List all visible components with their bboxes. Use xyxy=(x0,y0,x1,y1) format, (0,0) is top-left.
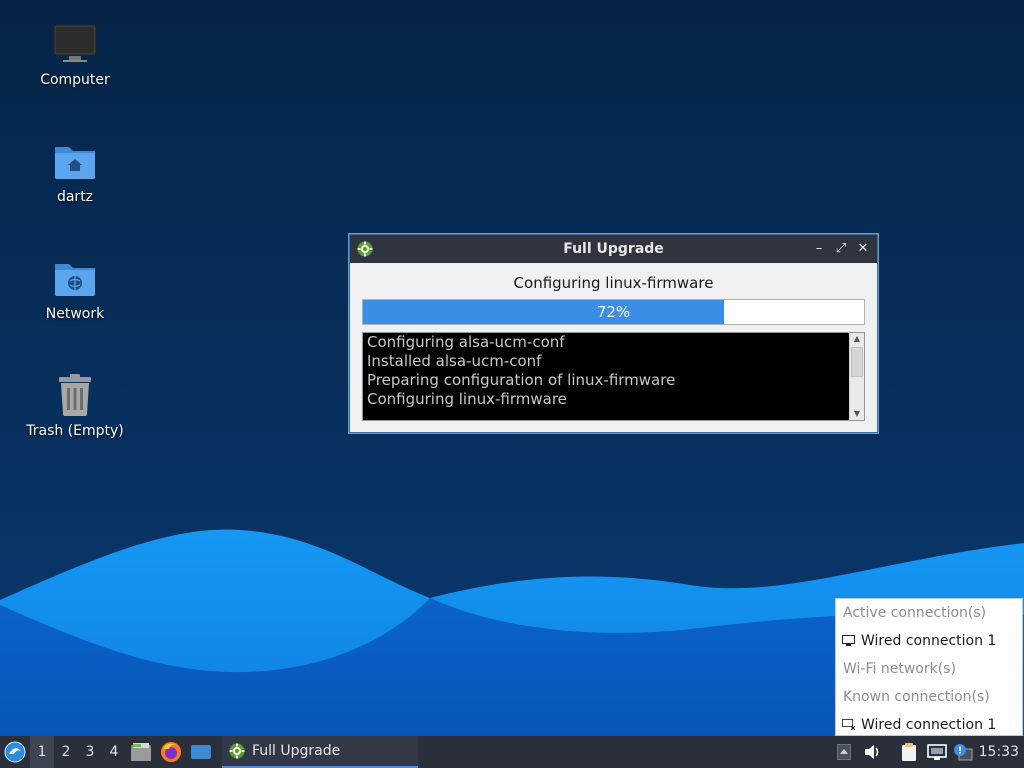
taskbar: 1 2 3 4 Full Upgrade 15:33 xyxy=(0,736,1024,768)
maximize-button[interactable]: ⤢ xyxy=(833,240,849,258)
minimize-button[interactable]: – xyxy=(811,240,827,258)
known-connection-item[interactable]: Wired connection 1 xyxy=(836,711,1022,739)
file-manager-icon xyxy=(131,743,151,761)
desktop-switcher-1[interactable]: 1 xyxy=(30,736,54,768)
file-manager-launcher[interactable] xyxy=(126,736,156,768)
tray-updates[interactable] xyxy=(951,736,975,768)
tray-clipboard[interactable] xyxy=(897,736,921,768)
log-line: Preparing configuration of linux-firmwar… xyxy=(367,371,676,389)
desktop-icon-label: Network xyxy=(45,306,105,322)
scroll-up-arrow-icon[interactable]: ▲ xyxy=(850,333,864,345)
log-line: Configuring linux-firmware xyxy=(367,390,567,408)
desktop-icon-label: Computer xyxy=(40,72,110,88)
home-folder-icon xyxy=(51,137,99,185)
progress-text: 72% xyxy=(596,303,631,321)
wifi-networks-header: Wi-Fi network(s) xyxy=(843,661,956,677)
lubuntu-logo-icon xyxy=(4,741,26,763)
desktop-switcher-3[interactable]: 3 xyxy=(78,736,102,768)
clipboard-icon xyxy=(902,743,916,761)
desktop-icon-computer[interactable]: Computer xyxy=(20,20,130,88)
network-folder-icon xyxy=(51,254,99,302)
dialog-title: Full Upgrade xyxy=(563,241,664,257)
tray-expand-button[interactable] xyxy=(833,736,855,768)
wired-network-icon xyxy=(927,744,947,760)
progress-bar: 72% xyxy=(362,299,865,325)
firefox-launcher[interactable] xyxy=(156,736,186,768)
status-text: Configuring linux-firmware xyxy=(513,274,714,292)
wired-network-icon xyxy=(842,635,855,646)
gear-icon xyxy=(229,743,245,759)
update-notifier-icon xyxy=(954,744,973,761)
desktop-switcher-4[interactable]: 4 xyxy=(102,736,126,768)
task-label: Full Upgrade xyxy=(252,743,341,759)
log-output[interactable]: Configuring alsa-ucm-conf Installed alsa… xyxy=(362,332,865,421)
clock[interactable]: 15:33 xyxy=(979,736,1019,768)
application-menu-button[interactable] xyxy=(0,736,30,768)
known-connection-label: Wired connection 1 xyxy=(861,717,997,733)
dialog-titlebar[interactable]: Full Upgrade – ⤢ ✕ xyxy=(350,235,877,263)
desktop-icon-network[interactable]: Network xyxy=(20,254,130,322)
log-line: Installed alsa-ucm-conf xyxy=(367,352,542,370)
log-scrollbar[interactable]: ▲ ▼ xyxy=(849,333,864,420)
active-connection-item[interactable]: Wired connection 1 xyxy=(836,627,1022,655)
known-connections-header: Known connection(s) xyxy=(843,689,990,705)
desktop-icon-label: Trash (Empty) xyxy=(26,423,124,439)
desktop-icon-label: dartz xyxy=(56,189,94,205)
close-button[interactable]: ✕ xyxy=(855,240,871,258)
tray-up-arrow-icon xyxy=(837,744,851,760)
desktop-icon-home[interactable]: dartz xyxy=(20,137,130,205)
tray-network[interactable] xyxy=(925,736,949,768)
volume-icon xyxy=(865,745,879,759)
wired-disconnected-icon xyxy=(842,719,855,730)
scroll-thumb[interactable] xyxy=(851,347,863,377)
firefox-icon xyxy=(161,742,181,762)
trash-icon xyxy=(51,371,99,419)
gear-icon xyxy=(357,241,373,257)
desktop-icon xyxy=(191,745,211,759)
scroll-down-arrow-icon[interactable]: ▼ xyxy=(850,408,864,420)
desktop-icon-trash[interactable]: Trash (Empty) xyxy=(20,371,130,439)
log-line: Configuring alsa-ucm-conf xyxy=(367,333,565,351)
active-connections-header: Active connection(s) xyxy=(843,605,987,621)
network-menu: Active connection(s) Wired connection 1 … xyxy=(835,598,1023,736)
show-desktop-button[interactable] xyxy=(186,736,216,768)
full-upgrade-dialog: Full Upgrade – ⤢ ✕ Configuring linux-fir… xyxy=(349,234,878,433)
active-connection-label: Wired connection 1 xyxy=(861,633,997,649)
tray-volume[interactable] xyxy=(861,736,885,768)
computer-icon xyxy=(51,20,99,68)
taskbar-task-full-upgrade[interactable]: Full Upgrade xyxy=(222,736,418,768)
desktop-switcher-2[interactable]: 2 xyxy=(54,736,78,768)
